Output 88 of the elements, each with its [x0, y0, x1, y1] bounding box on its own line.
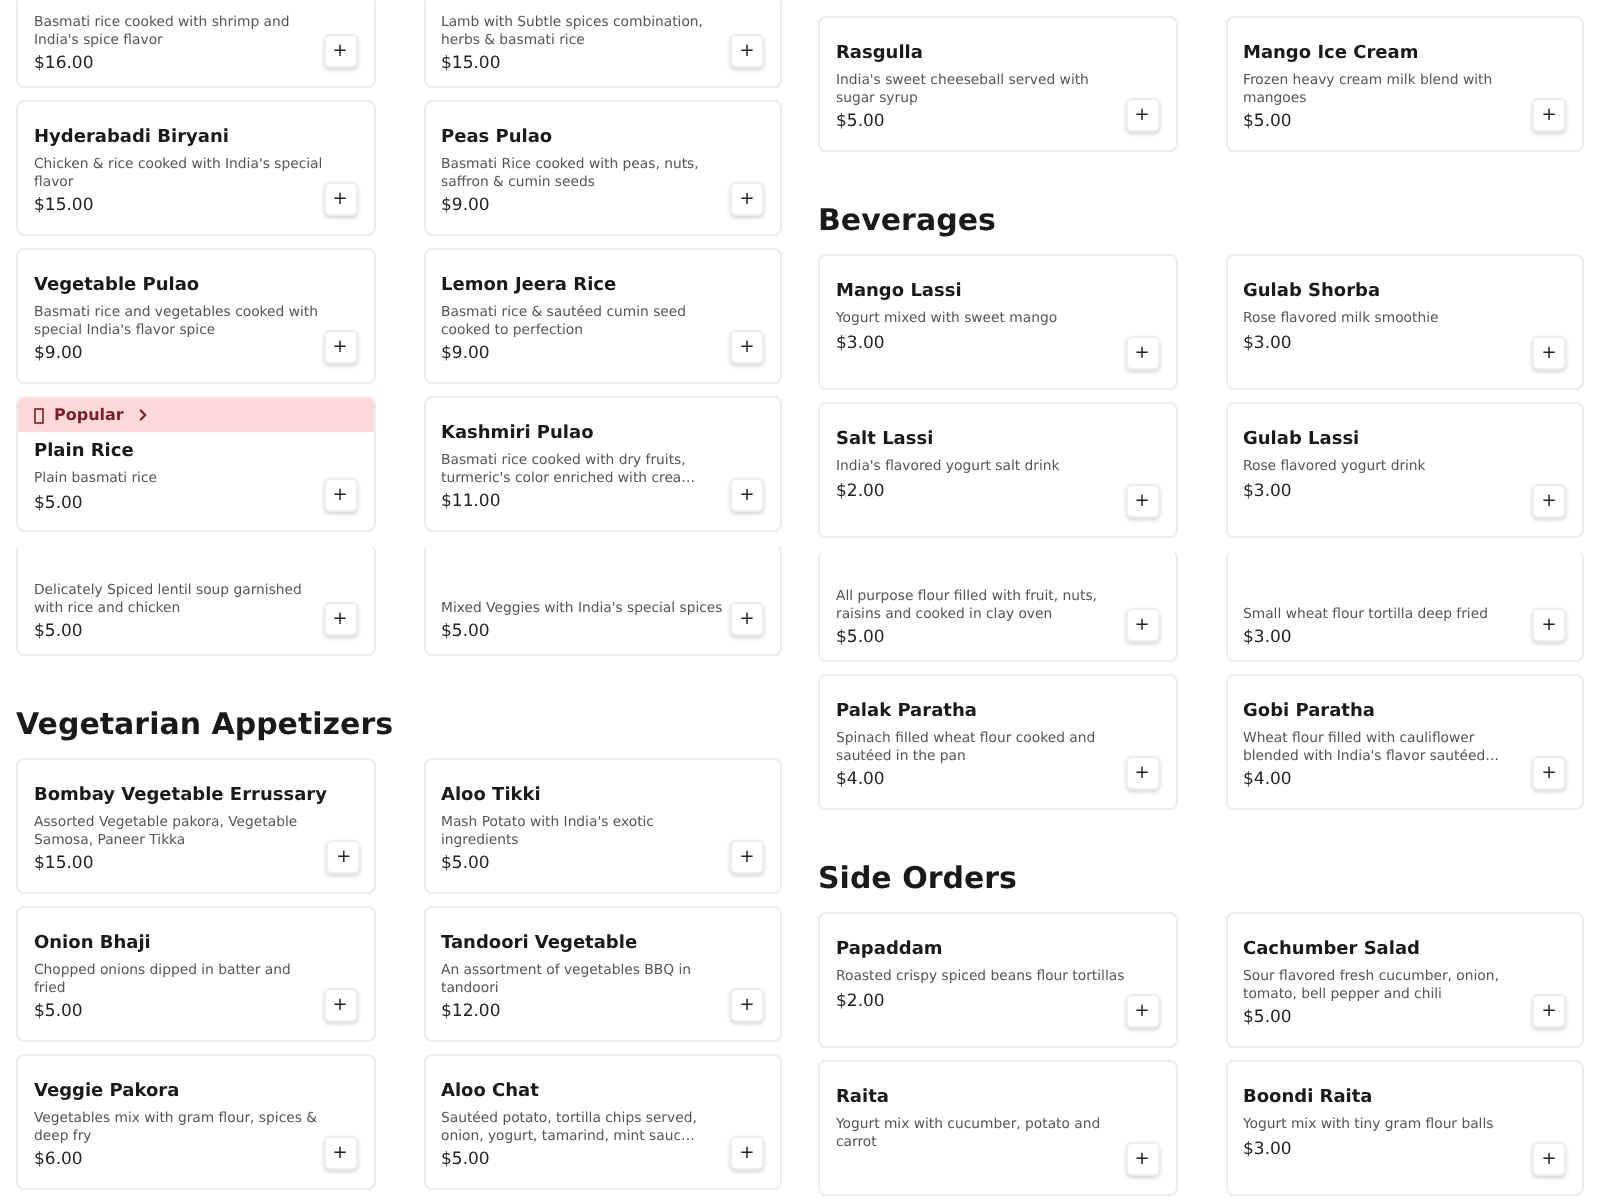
item-price: $2.00 [836, 481, 887, 503]
item-name: Lemon Jeera Rice [441, 276, 619, 298]
add-button[interactable]: + [1532, 484, 1566, 518]
item-name: Onion Bhaji [34, 934, 153, 956]
square-icon [34, 407, 44, 423]
item-name: Peas Pulao [441, 128, 555, 150]
item-name: Gulab Lassi [1243, 430, 1362, 452]
add-button[interactable]: + [326, 840, 361, 874]
add-button[interactable]: + [730, 34, 764, 68]
add-button[interactable]: + [1532, 608, 1566, 642]
add-button[interactable]: + [1532, 994, 1566, 1028]
item-price: $5.00 [1243, 1008, 1294, 1030]
item-name: Salt Lassi [836, 430, 936, 452]
item-price: $5.00 [441, 1150, 492, 1172]
item-name: Raita [836, 1088, 891, 1110]
add-button[interactable]: + [1532, 1142, 1566, 1176]
item-name: Tandoori Vegetable [441, 934, 640, 956]
add-button[interactable]: + [1125, 98, 1159, 132]
add-button[interactable]: + [1125, 994, 1159, 1028]
add-button[interactable]: + [323, 988, 357, 1022]
add-button[interactable]: + [1532, 756, 1566, 790]
item-price: $5.00 [34, 622, 85, 644]
add-button[interactable]: + [1125, 756, 1159, 790]
popular-label: Popular [54, 406, 124, 424]
item-price: $2.00 [836, 991, 887, 1013]
item-price: $5.00 [34, 1002, 85, 1024]
add-button[interactable]: + [323, 478, 357, 512]
item-price: $5.00 [34, 493, 85, 515]
item-price: $15.00 [34, 854, 96, 876]
item-price: $5.00 [836, 112, 887, 134]
item-price: $15.00 [34, 196, 96, 218]
item-name: Boondi Raita [1243, 1088, 1375, 1110]
item-price: $3.00 [1243, 1139, 1294, 1161]
item-price: $4.00 [836, 770, 887, 792]
item-name: Gulab Shorba [1243, 282, 1383, 304]
add-button[interactable]: + [1125, 1142, 1159, 1176]
item-price: $4.00 [1243, 770, 1294, 792]
add-button[interactable]: + [323, 330, 357, 364]
item-name: Palak Paratha [836, 702, 979, 724]
item-price: $9.00 [441, 344, 492, 366]
item-name: Aloo Chat [441, 1082, 541, 1104]
add-button[interactable]: + [730, 988, 764, 1022]
item-price: $5.00 [1243, 112, 1294, 134]
item-name: Cachumber Salad [1243, 940, 1422, 962]
item-name: Hyderabadi Biryani [34, 128, 231, 150]
item-price: $3.00 [1243, 481, 1294, 503]
add-button[interactable]: + [730, 330, 764, 364]
item-name: Veggie Pakora [34, 1082, 182, 1104]
item-price: $5.00 [441, 854, 492, 876]
item-name: Mango Lassi [836, 282, 964, 304]
add-button[interactable]: + [730, 478, 764, 512]
item-name: Mango Ice Cream [1243, 44, 1421, 66]
add-button[interactable]: + [730, 1136, 764, 1170]
add-button[interactable]: + [730, 182, 764, 216]
item-price: $16.00 [34, 54, 96, 76]
item-name: Kashmiri Pulao [441, 424, 596, 446]
item-price: $12.00 [441, 1002, 503, 1024]
section-heading: Vegetarian Appetizers [16, 706, 396, 742]
item-name: Bombay Vegetable Errussary [34, 786, 327, 808]
section-heading: Side Orders [818, 860, 1019, 896]
item-name: Rasgulla [836, 44, 925, 66]
item-price: $15.00 [441, 54, 503, 76]
item-price: $9.00 [441, 196, 492, 218]
item-name: Gobi Paratha [1243, 702, 1377, 724]
add-button[interactable]: + [1532, 98, 1566, 132]
add-button[interactable]: + [323, 182, 357, 216]
add-button[interactable]: + [730, 840, 764, 874]
item-name: Vegetable Pulao [34, 276, 202, 298]
item-price: $11.00 [441, 492, 503, 514]
item-price: $3.00 [836, 333, 887, 355]
item-name: Plain Rice [34, 442, 136, 464]
add-button[interactable]: + [323, 1136, 357, 1170]
item-name: Papaddam [836, 940, 945, 962]
item-price: $5.00 [836, 628, 887, 650]
item-price: $9.00 [34, 344, 85, 366]
add-button[interactable]: + [323, 602, 357, 636]
item-price: $5.00 [441, 622, 492, 644]
item-price: $3.00 [1243, 628, 1294, 650]
item-name: Aloo Tikki [441, 786, 543, 808]
item-price: $3.00 [1243, 333, 1294, 355]
add-button[interactable]: + [1532, 336, 1566, 370]
section-heading: Beverages [818, 202, 998, 238]
add-button[interactable]: + [1125, 608, 1159, 642]
add-button[interactable]: + [323, 34, 357, 68]
add-button[interactable]: + [1125, 484, 1159, 518]
item-price: $6.00 [34, 1150, 85, 1172]
add-button[interactable]: + [730, 602, 764, 636]
add-button[interactable]: + [1125, 336, 1159, 370]
